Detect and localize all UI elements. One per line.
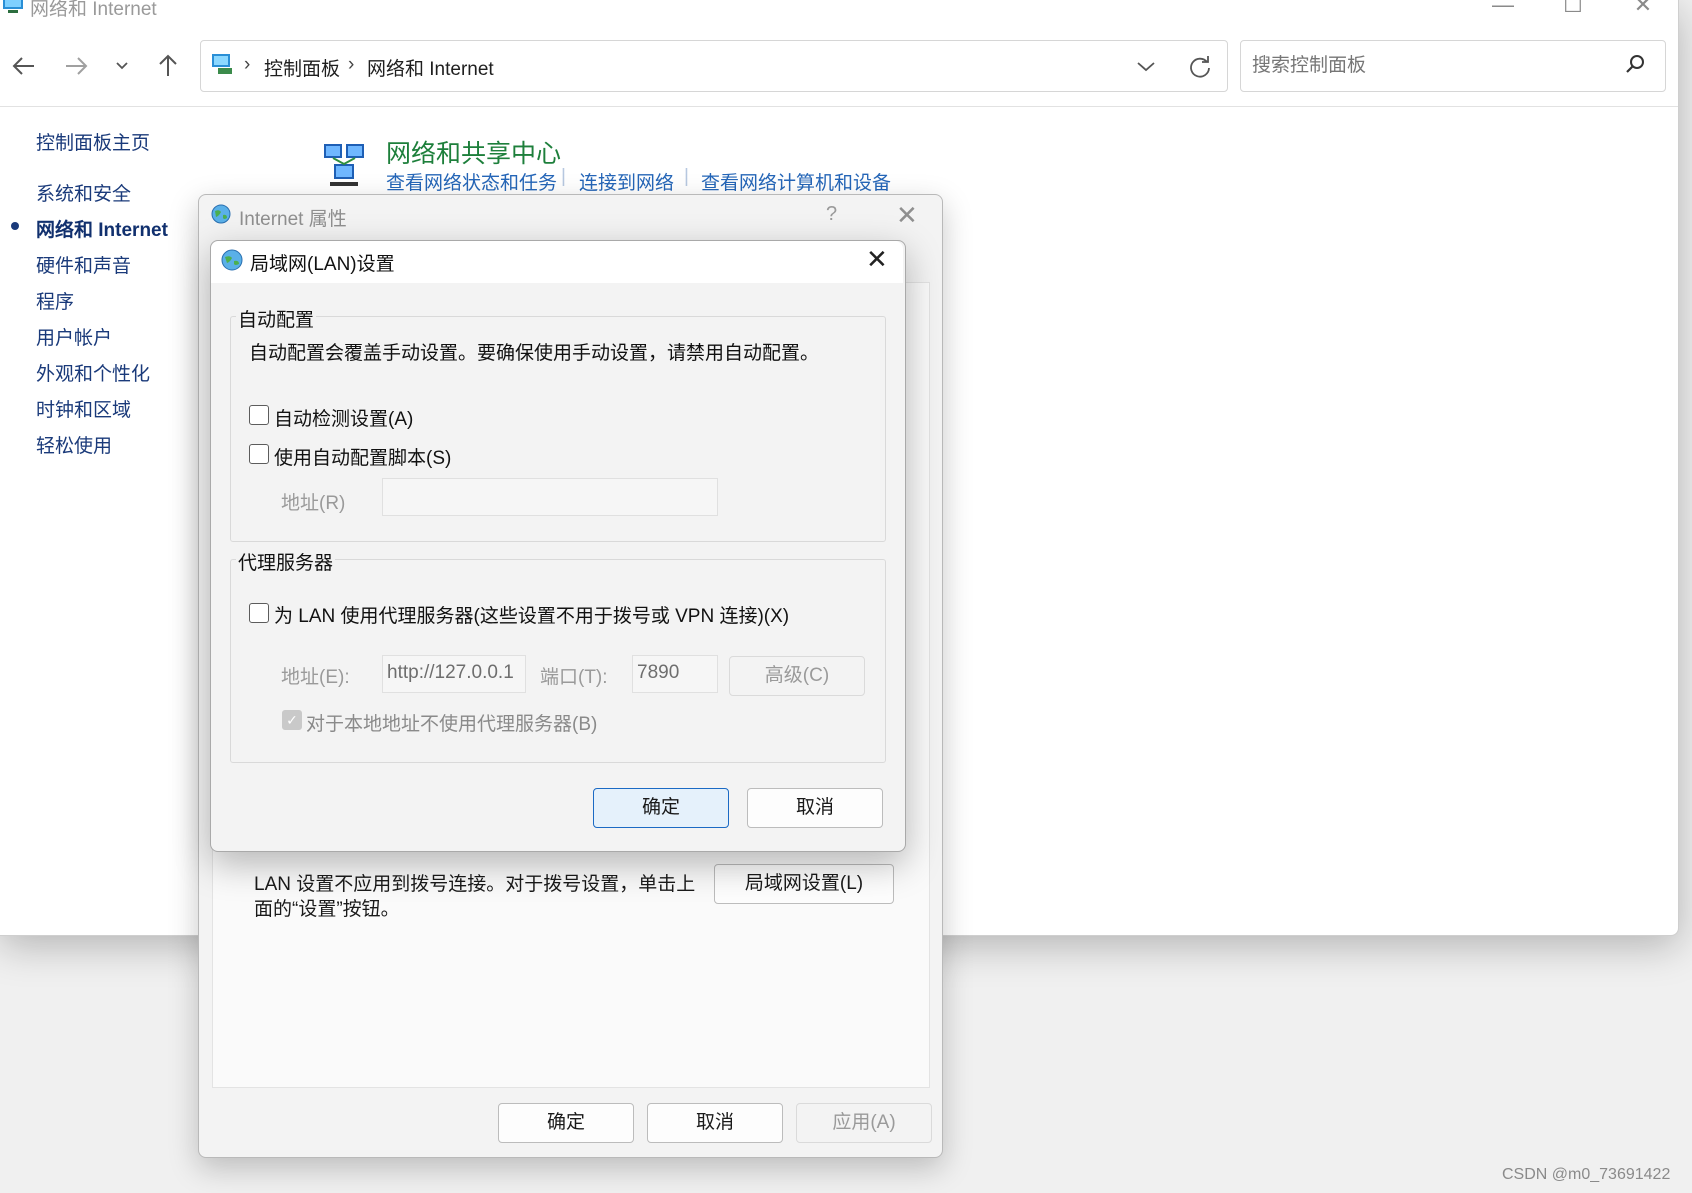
minimize-button[interactable]: — bbox=[1480, 0, 1526, 22]
breadcrumb-separator: › bbox=[244, 54, 251, 75]
link-separator: | bbox=[684, 166, 689, 187]
proxy-port-label: 端口(T): bbox=[540, 667, 608, 688]
use-proxy-label[interactable]: 为 LAN 使用代理服务器(这些设置不用于拨号或 VPN 连接)(X) bbox=[274, 601, 789, 628]
script-address-input[interactable] bbox=[382, 478, 718, 516]
proxy-address-input[interactable]: http://127.0.0.1 bbox=[382, 655, 526, 693]
link-view-network-computers[interactable]: 查看网络计算机和设备 bbox=[701, 168, 891, 195]
bypass-local-checkbox[interactable]: ✓ bbox=[282, 710, 302, 730]
sidebar-item-user-accounts[interactable]: 用户帐户 bbox=[36, 323, 112, 350]
watermark-text: CSDN @m0_73691422 bbox=[1502, 1166, 1671, 1183]
close-icon[interactable]: ✕ bbox=[866, 244, 888, 275]
chevron-down-icon[interactable] bbox=[104, 48, 140, 84]
lan-note-text: LAN 设置不应用到拨号连接。对于拨号设置，单击上面的“设置”按钮。 bbox=[254, 874, 696, 920]
network-sharing-icon bbox=[324, 144, 364, 186]
search-icon[interactable] bbox=[1622, 52, 1648, 78]
forward-arrow-icon[interactable] bbox=[58, 48, 94, 84]
control-panel-icon bbox=[212, 54, 232, 74]
close-window-button[interactable]: ✕ bbox=[1620, 0, 1666, 22]
search-input[interactable] bbox=[1250, 48, 1614, 84]
link-view-network-status[interactable]: 查看网络状态和任务 bbox=[386, 168, 557, 195]
proxy-server-label: 代理服务器 bbox=[236, 548, 336, 575]
sidebar-item-clock-region[interactable]: 时钟和区域 bbox=[36, 395, 131, 422]
auto-config-description: 自动配置会覆盖手动设置。要确保使用手动设置，请禁用自动配置。 bbox=[249, 343, 820, 364]
breadcrumb-separator: › bbox=[348, 54, 355, 75]
script-address-label: 地址(R) bbox=[281, 493, 346, 514]
internet-properties-title: Internet 属性 bbox=[239, 209, 347, 230]
sidebar-item-appearance[interactable]: 外观和个性化 bbox=[36, 359, 150, 386]
bypass-local-label[interactable]: 对于本地地址不使用代理服务器(B) bbox=[306, 709, 597, 736]
sidebar-item-home[interactable]: 控制面板主页 bbox=[36, 128, 150, 155]
address-dropdown-icon[interactable] bbox=[1130, 52, 1162, 80]
auto-detect-checkbox[interactable] bbox=[249, 405, 269, 425]
lan-dialog-title: 局域网(LAN)设置 bbox=[250, 254, 395, 275]
inet-ok-button[interactable]: 确定 bbox=[498, 1103, 634, 1143]
globe-icon bbox=[221, 249, 243, 271]
sidebar-item-programs[interactable]: 程序 bbox=[36, 287, 74, 314]
advanced-button[interactable]: 高级(C) bbox=[729, 656, 865, 696]
use-proxy-checkbox[interactable] bbox=[249, 603, 269, 623]
globe-icon bbox=[211, 204, 231, 224]
breadcrumb-control-panel[interactable]: 控制面板 bbox=[264, 54, 340, 81]
window-title: 网络和 Internet bbox=[30, 0, 157, 20]
inet-apply-button[interactable]: 应用(A) bbox=[796, 1103, 932, 1143]
link-connect-network[interactable]: 连接到网络 bbox=[579, 168, 674, 195]
active-bullet bbox=[11, 222, 19, 230]
auto-config-label: 自动配置 bbox=[236, 305, 317, 332]
sidebar-item-network-internet[interactable]: 网络和 Internet bbox=[36, 215, 168, 242]
checkmark-icon: ✓ bbox=[286, 712, 298, 728]
use-script-checkbox[interactable] bbox=[249, 444, 269, 464]
network-sharing-heading[interactable]: 网络和共享中心 bbox=[386, 134, 561, 170]
inet-cancel-button[interactable]: 取消 bbox=[647, 1103, 783, 1143]
proxy-address-label: 地址(E): bbox=[281, 667, 350, 688]
refresh-icon[interactable] bbox=[1184, 52, 1216, 80]
sidebar-item-system-security[interactable]: 系统和安全 bbox=[36, 179, 131, 206]
breadcrumb-network-internet[interactable]: 网络和 Internet bbox=[367, 54, 494, 81]
lan-settings-button[interactable]: 局域网设置(L) bbox=[714, 864, 894, 904]
network-app-icon bbox=[3, 0, 23, 13]
up-arrow-icon[interactable] bbox=[150, 48, 186, 84]
lan-cancel-button[interactable]: 取消 bbox=[747, 788, 883, 828]
help-icon[interactable]: ? bbox=[826, 203, 837, 226]
sidebar-item-ease-of-access[interactable]: 轻松使用 bbox=[36, 431, 112, 458]
proxy-port-input[interactable]: 7890 bbox=[632, 655, 718, 693]
use-script-label[interactable]: 使用自动配置脚本(S) bbox=[274, 443, 451, 470]
maximize-button[interactable]: ☐ bbox=[1550, 0, 1596, 22]
sidebar-item-hardware-sound[interactable]: 硬件和声音 bbox=[36, 251, 131, 278]
link-separator: | bbox=[561, 166, 566, 187]
lan-ok-button[interactable]: 确定 bbox=[593, 788, 729, 828]
auto-detect-label[interactable]: 自动检测设置(A) bbox=[274, 404, 413, 431]
back-arrow-icon[interactable] bbox=[6, 48, 42, 84]
close-icon[interactable]: ✕ bbox=[896, 200, 918, 231]
